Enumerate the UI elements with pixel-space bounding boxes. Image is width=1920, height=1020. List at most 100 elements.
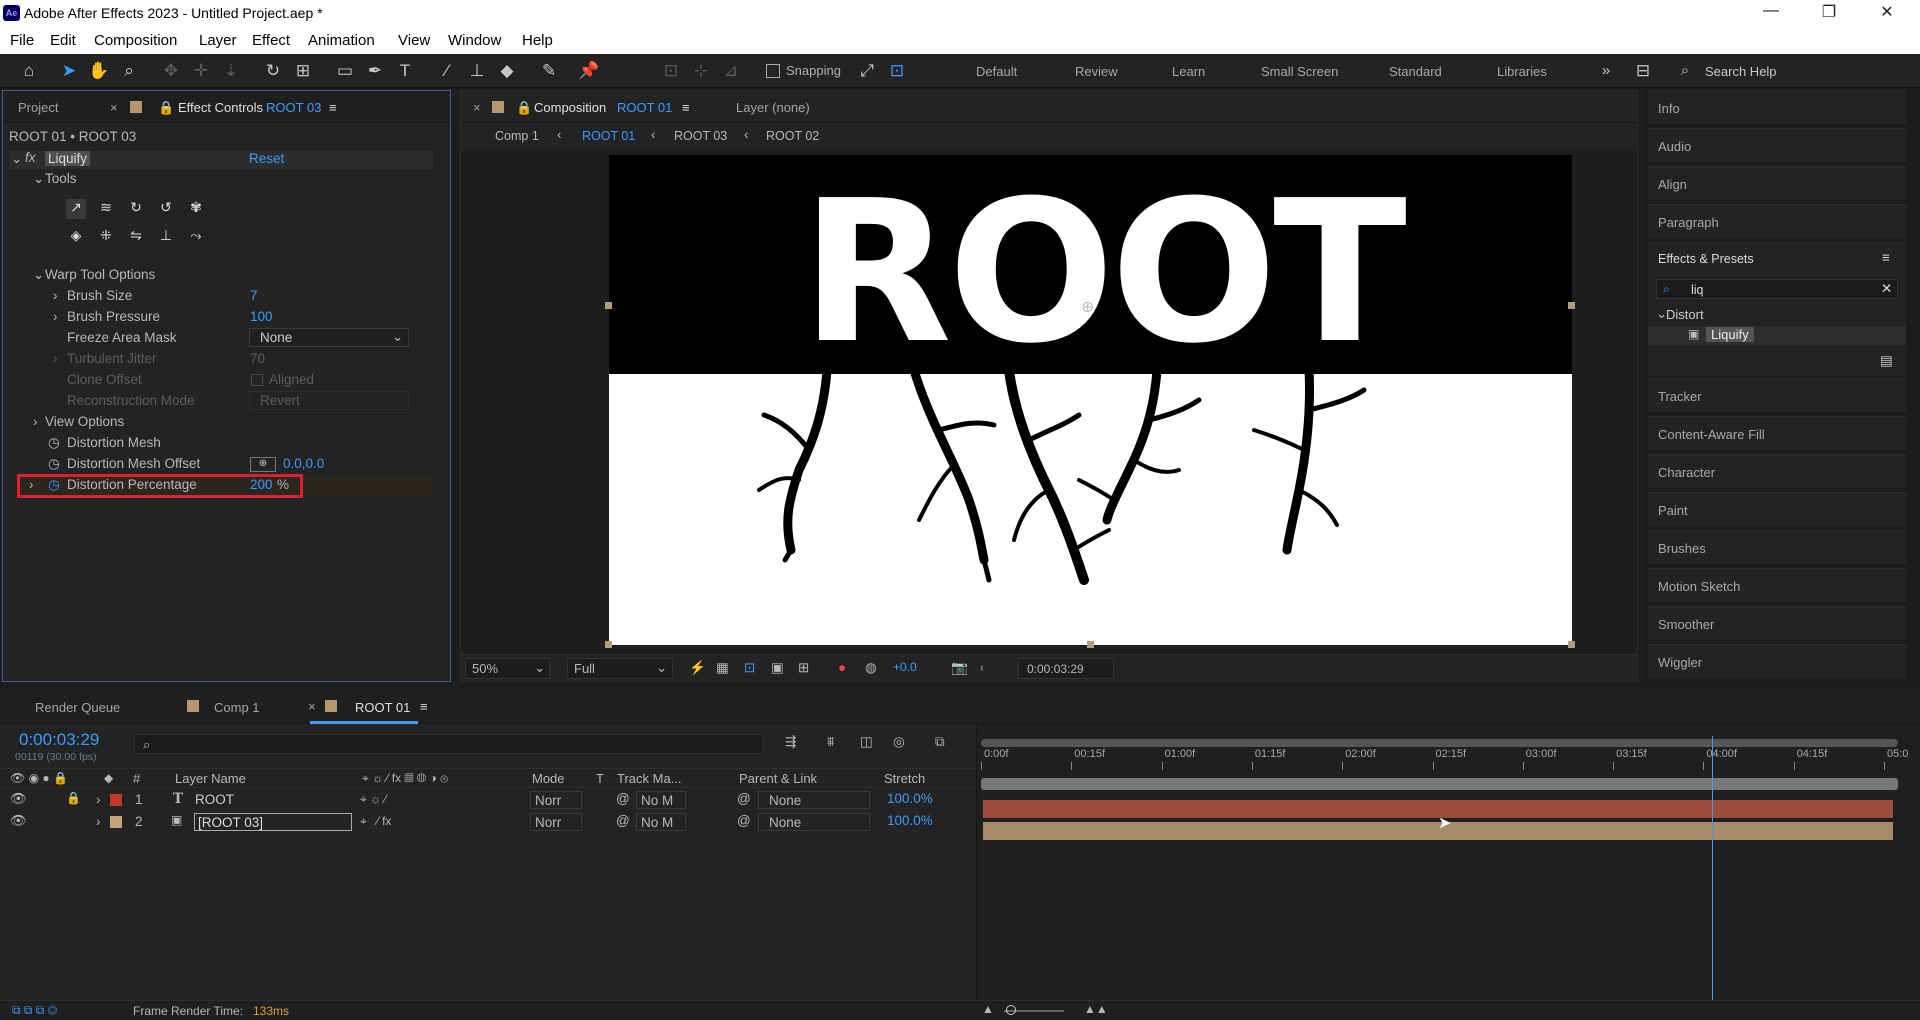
- layer-row-2[interactable]: 👁 › 2 ▣ [ROOT 03] ⌖ ⁄ fx Norr @ No M @ N…: [0, 812, 977, 832]
- menu-help[interactable]: Help: [522, 32, 553, 49]
- layer-switches-icon[interactable]: ⌖ ⁄ fx: [360, 814, 391, 829]
- paint-panel[interactable]: Paint: [1648, 492, 1906, 526]
- menu-file[interactable]: File: [10, 32, 34, 49]
- character-panel[interactable]: Character: [1648, 454, 1906, 488]
- show-snapshot-icon[interactable]: ◐: [979, 660, 987, 675]
- rectangle-tool-icon[interactable]: ▭: [334, 60, 356, 82]
- close-button[interactable]: ✕: [1867, 2, 1907, 22]
- content-aware-fill-panel[interactable]: Content-Aware Fill: [1648, 416, 1906, 450]
- eye-icon[interactable]: 👁: [10, 813, 27, 829]
- clear-search-icon[interactable]: ✕: [1881, 281, 1892, 297]
- pucker-tool-icon[interactable]: ✾: [186, 199, 206, 219]
- time-graph[interactable]: 0:00f 00:15f 01:00f 01:15f 02:00f 02:15f 03:00…: [976, 724, 1920, 1020]
- wiggler-panel[interactable]: Wiggler: [1648, 644, 1906, 678]
- tab-composition[interactable]: Composition: [534, 100, 606, 115]
- crumb-root-02[interactable]: ROOT 02: [766, 129, 819, 143]
- clone-stamp-icon[interactable]: ⊥: [466, 60, 488, 82]
- warp-tool-icon[interactable]: ↗: [66, 199, 86, 219]
- zoom-tool-icon[interactable]: ⌕: [118, 60, 140, 82]
- stretch-value[interactable]: 100.0%: [887, 791, 933, 806]
- effect-result-row[interactable]: [1648, 326, 1906, 345]
- warp-options-label[interactable]: Warp Tool Options: [45, 267, 155, 282]
- expand-icon[interactable]: ›: [96, 792, 101, 807]
- zoom-out-icon[interactable]: ▲: [982, 1002, 994, 1016]
- menu-layer[interactable]: Layer: [199, 32, 237, 49]
- color-channels-icon[interactable]: ●: [838, 660, 846, 675]
- distort-category[interactable]: Distort: [1666, 307, 1704, 322]
- transparency-grid-icon[interactable]: ▦: [716, 660, 729, 676]
- menu-edit[interactable]: Edit: [50, 32, 76, 49]
- workspace-libraries[interactable]: Libraries: [1497, 64, 1547, 79]
- collapse-switch-icon[interactable]: ⌖ ☼ ⁄: [360, 792, 386, 807]
- zoom-slider-thumb[interactable]: [1006, 1005, 1016, 1015]
- lock-icon[interactable]: 🔒: [66, 791, 81, 805]
- mesh-offset-value[interactable]: 0.0,0.0: [283, 456, 324, 471]
- restore-button[interactable]: ❐: [1809, 2, 1849, 22]
- tab-comp-1[interactable]: Comp 1: [214, 700, 260, 715]
- audio-panel[interactable]: Audio: [1648, 128, 1906, 162]
- work-area-bar[interactable]: [981, 739, 1898, 747]
- selection-tool-icon[interactable]: ➤: [58, 60, 80, 82]
- transform-handle[interactable]: [1568, 641, 1575, 648]
- workspace-small-screen[interactable]: Small Screen: [1261, 64, 1338, 79]
- brushes-panel[interactable]: Brushes: [1648, 530, 1906, 564]
- stretch-value[interactable]: 100.0%: [887, 813, 933, 828]
- workspace-standard[interactable]: Standard: [1389, 64, 1442, 79]
- close-tab-icon[interactable]: ×: [110, 100, 118, 115]
- reconstruction-tool-icon[interactable]: ⤳: [186, 227, 206, 247]
- hand-tool-icon[interactable]: ✋: [88, 60, 110, 82]
- layer-row-1[interactable]: 👁 🔒 › 1 T ROOT ⌖ ☼ ⁄ Norr @ No M @ None …: [0, 790, 977, 810]
- transform-handle[interactable]: [605, 641, 612, 648]
- axis-world-icon[interactable]: ⊹: [690, 60, 712, 82]
- spiral-icon[interactable]: @: [616, 791, 630, 806]
- dolly-tool-icon[interactable]: ⇣: [220, 60, 242, 82]
- search-help-input[interactable]: Search Help: [1705, 64, 1777, 79]
- new-bin-icon[interactable]: ▤: [1880, 353, 1893, 369]
- layer-search-field[interactable]: ⌕: [134, 734, 763, 754]
- spiral-icon[interactable]: @: [616, 813, 630, 828]
- eraser-tool-icon[interactable]: ◆: [496, 60, 518, 82]
- chevron-down-icon[interactable]: ⌄: [33, 171, 44, 187]
- anchor-point-icon[interactable]: ⊕: [1081, 297, 1094, 317]
- chevron-right-icon[interactable]: ›: [53, 309, 58, 324]
- pan-tool-icon[interactable]: ✛: [190, 60, 212, 82]
- viewer-timecode[interactable]: 0:00:03:29: [1018, 658, 1114, 679]
- hide-shy-layers-icon[interactable]: ◫: [860, 734, 873, 750]
- tools-group-label[interactable]: Tools: [45, 171, 77, 186]
- mode-dropdown[interactable]: Norr: [530, 791, 582, 809]
- track-matte-dropdown[interactable]: No M: [636, 791, 686, 809]
- comp-mini-flowchart-icon[interactable]: ⇶: [785, 734, 796, 750]
- frame-blending-icon[interactable]: ◎: [893, 734, 905, 750]
- liquify-result[interactable]: Liquify: [1706, 327, 1754, 342]
- pickwhip-icon[interactable]: @: [737, 813, 751, 828]
- panel-menu-icon[interactable]: ≡: [420, 699, 428, 714]
- playhead[interactable]: [1711, 736, 1713, 1020]
- lock-icon[interactable]: 🔒: [516, 100, 532, 116]
- tab-effect-controls[interactable]: Effect Controls: [178, 100, 263, 115]
- align-panel[interactable]: Align: [1648, 166, 1906, 200]
- orbit-tool-icon[interactable]: ✥: [160, 60, 182, 82]
- more-workspaces-icon[interactable]: »: [1595, 60, 1617, 82]
- effect-name[interactable]: Liquify: [45, 151, 91, 166]
- lock-icon[interactable]: 🔒: [158, 100, 174, 116]
- comp-canvas[interactable]: ROOT: [609, 155, 1572, 645]
- stopwatch-icon[interactable]: ◷: [48, 435, 60, 451]
- mode-dropdown[interactable]: Norr: [530, 813, 582, 831]
- workspace-review[interactable]: Review: [1075, 64, 1118, 79]
- crosshair-icon[interactable]: ⊕: [250, 457, 276, 472]
- layer-label-color[interactable]: [110, 816, 122, 828]
- menu-view[interactable]: View: [398, 32, 430, 49]
- render-range-bar[interactable]: [981, 778, 1898, 790]
- workspace-learn[interactable]: Learn: [1172, 64, 1205, 79]
- parent-dropdown[interactable]: None: [758, 813, 870, 831]
- chevron-right-icon[interactable]: ›: [53, 288, 58, 303]
- layer-label-color[interactable]: [110, 794, 122, 806]
- info-panel[interactable]: Info: [1648, 90, 1906, 124]
- twirl-ccw-tool-icon[interactable]: ↺: [156, 199, 176, 219]
- motion-sketch-panel[interactable]: Motion Sketch: [1648, 568, 1906, 602]
- tab-project[interactable]: Project: [18, 100, 58, 115]
- bloat-tool-icon[interactable]: ◈: [66, 227, 86, 247]
- rotate-tool-icon[interactable]: ↻: [262, 60, 284, 82]
- expand-modes-icons[interactable]: ⧉ ⧉ ⧉ ◎: [12, 1003, 57, 1018]
- mask-path-icon[interactable]: ⊡: [744, 660, 755, 676]
